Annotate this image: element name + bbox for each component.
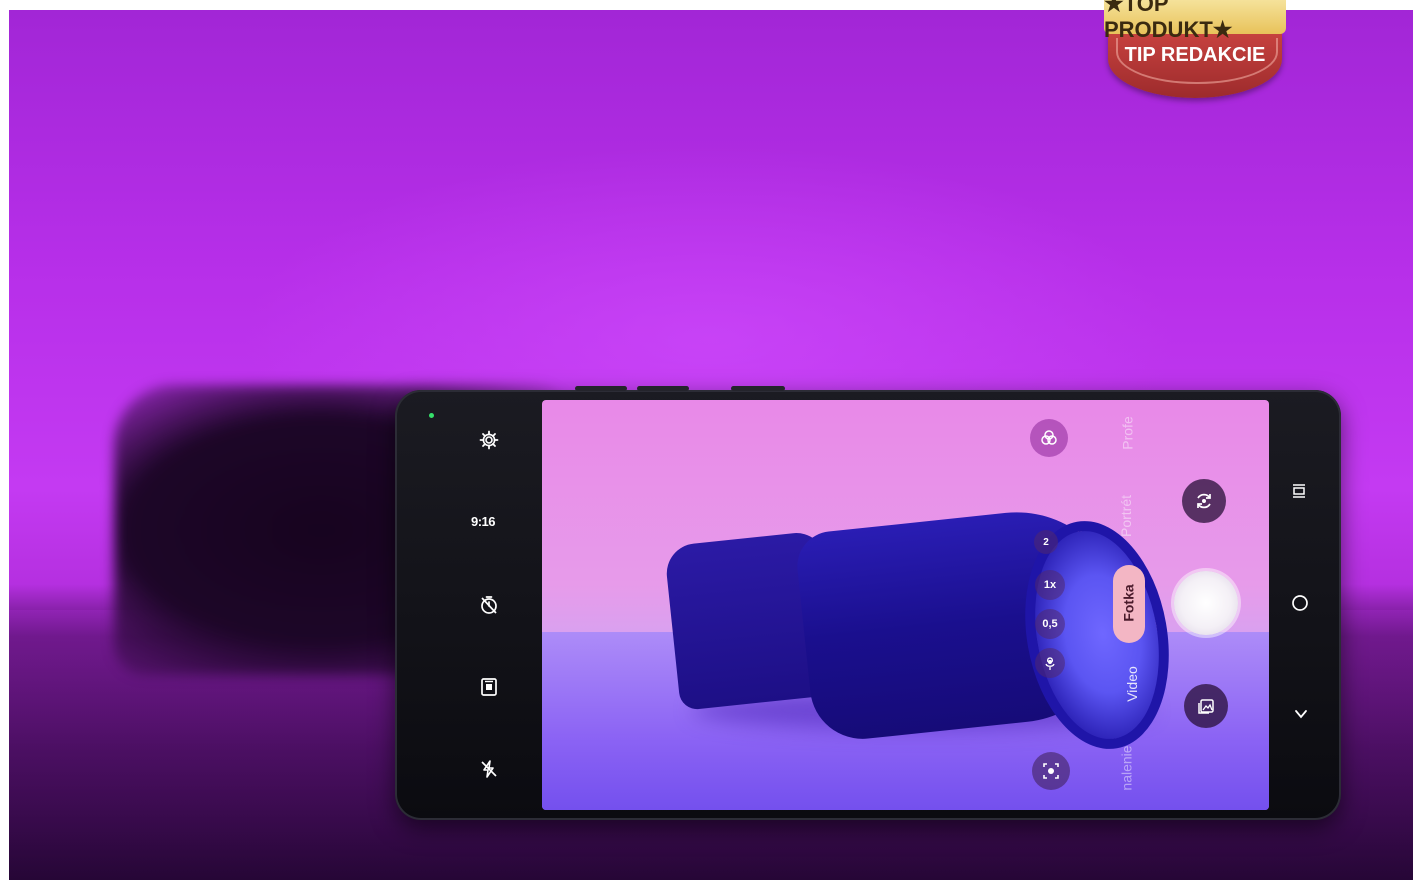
mode-video[interactable]: Video <box>1124 666 1140 702</box>
camera-left-bar: 9:16 <box>395 390 542 820</box>
mode-pro[interactable]: Profe <box>1120 416 1136 449</box>
mode-more[interactable]: nalenie <box>1119 745 1135 790</box>
switch-camera-icon[interactable] <box>1182 479 1226 523</box>
volume-button <box>637 386 689 391</box>
flash-off-icon[interactable] <box>477 757 501 781</box>
smartphone: 9:16 2 1x 0,5 Profe Portrét Fotka Video … <box>395 386 1341 820</box>
gallery-icon[interactable] <box>1184 684 1228 728</box>
filters-icon[interactable] <box>1030 419 1068 457</box>
volume-button <box>575 386 627 391</box>
home-icon[interactable] <box>1291 594 1309 617</box>
zoom-1x-button[interactable]: 1x <box>1035 570 1065 600</box>
lens-icon[interactable] <box>1032 752 1070 790</box>
zoom-05x-button[interactable]: 0,5 <box>1035 609 1065 639</box>
mode-photo[interactable]: Fotka <box>1121 584 1137 621</box>
gear-icon[interactable] <box>477 428 501 452</box>
recents-icon[interactable] <box>1291 482 1307 505</box>
photo-scene: 9:16 2 1x 0,5 Profe Portrét Fotka Video … <box>9 10 1413 880</box>
power-button <box>731 386 785 391</box>
mode-portrait[interactable]: Portrét <box>1118 495 1134 537</box>
motion-photo-icon[interactable] <box>477 675 501 699</box>
system-navigation-bar <box>1269 390 1341 820</box>
camera-viewfinder[interactable] <box>542 400 1269 810</box>
badge-top-label: ★TOP PRODUKT★ <box>1104 0 1286 42</box>
shutter-button[interactable] <box>1174 571 1238 635</box>
timer-off-icon[interactable] <box>477 593 501 617</box>
aspect-ratio-button[interactable]: 9:16 <box>471 514 496 529</box>
back-icon[interactable] <box>1293 706 1309 727</box>
top-product-badge: TIP REDAKCIE ★TOP PRODUKT★ <box>1102 0 1288 100</box>
flower-icon[interactable] <box>1035 648 1065 678</box>
zoom-2x-button[interactable]: 2 <box>1034 530 1058 554</box>
